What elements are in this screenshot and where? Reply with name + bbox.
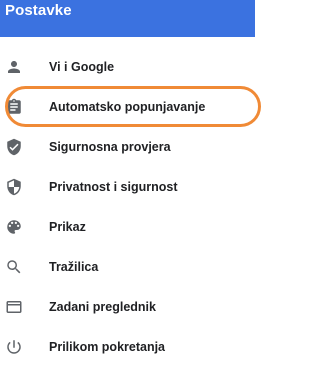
menu-item-label: Prilikom pokretanja — [49, 340, 166, 354]
menu-item-you-and-google[interactable]: Vi i Google — [0, 47, 255, 87]
menu-item-safety-check[interactable]: Sigurnosna provjera — [0, 127, 255, 167]
shield-check-icon — [5, 138, 23, 156]
menu-item-label: Sigurnosna provjera — [49, 140, 171, 154]
menu-item-on-startup[interactable]: Prilikom pokretanja — [0, 327, 255, 367]
person-icon — [5, 58, 23, 76]
page-title: Postavke — [5, 2, 72, 19]
power-icon — [5, 338, 23, 356]
menu-item-default-browser[interactable]: Zadani preglednik — [0, 287, 255, 327]
browser-window-icon — [5, 298, 23, 316]
menu-item-label: Privatnost i sigurnost — [49, 180, 178, 194]
menu-item-label: Zadani preglednik — [49, 300, 156, 314]
search-icon — [5, 258, 23, 276]
menu-item-search-engine[interactable]: Tražilica — [0, 247, 255, 287]
clipboard-icon — [5, 98, 23, 116]
menu-item-label: Automatsko popunjavanje — [49, 100, 206, 114]
settings-header: Postavke — [0, 0, 255, 37]
settings-menu: Vi i Google Automatsko popunjavanje Sigu… — [0, 47, 255, 367]
palette-icon — [5, 218, 23, 236]
menu-item-autofill[interactable]: Automatsko popunjavanje — [0, 87, 255, 127]
menu-item-label: Prikaz — [49, 220, 86, 234]
menu-item-label: Tražilica — [49, 260, 99, 274]
shield-half-icon — [5, 178, 23, 196]
menu-item-privacy-security[interactable]: Privatnost i sigurnost — [0, 167, 255, 207]
menu-item-label: Vi i Google — [49, 60, 115, 74]
menu-item-appearance[interactable]: Prikaz — [0, 207, 255, 247]
